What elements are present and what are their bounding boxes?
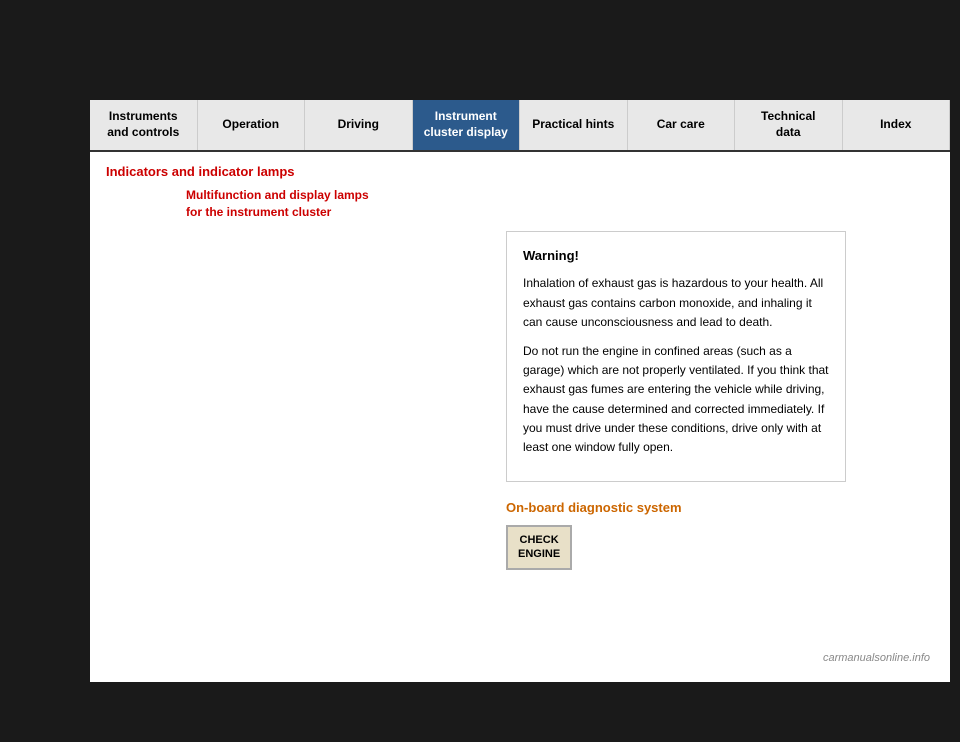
left-column [106,231,486,570]
subsection-title: Multifunction and display lamps for the … [186,187,934,221]
nav-driving[interactable]: Driving [305,100,413,150]
nav-index[interactable]: Index [843,100,951,150]
warning-paragraph-1: Inhalation of exhaust gas is hazardous t… [523,274,829,332]
section-title: Indicators and indicator lamps [106,164,934,179]
warning-box: Warning! Inhalation of exhaust gas is ha… [506,231,846,482]
warning-paragraph-2: Do not run the engine in confined areas … [523,342,829,457]
nav-operation[interactable]: Operation [198,100,306,150]
nav-practical-hints[interactable]: Practical hints [520,100,628,150]
check-engine-button[interactable]: CHECK ENGINE [506,525,572,570]
right-column: Warning! Inhalation of exhaust gas is ha… [506,231,934,570]
content-columns: Warning! Inhalation of exhaust gas is ha… [106,231,934,570]
warning-title: Warning! [523,246,829,267]
nav-car-care[interactable]: Car care [628,100,736,150]
nav-instruments[interactable]: Instruments and controls [90,100,198,150]
nav-instrument-cluster[interactable]: Instrument cluster display [413,100,521,150]
diagnostics-title: On-board diagnostic system [506,500,934,515]
main-content: Indicators and indicator lamps Multifunc… [90,152,950,582]
nav-technical-data[interactable]: Technical data [735,100,843,150]
navigation-bar: Instruments and controls Operation Drivi… [90,100,950,152]
watermark: carmanualsonline.info [823,652,930,664]
